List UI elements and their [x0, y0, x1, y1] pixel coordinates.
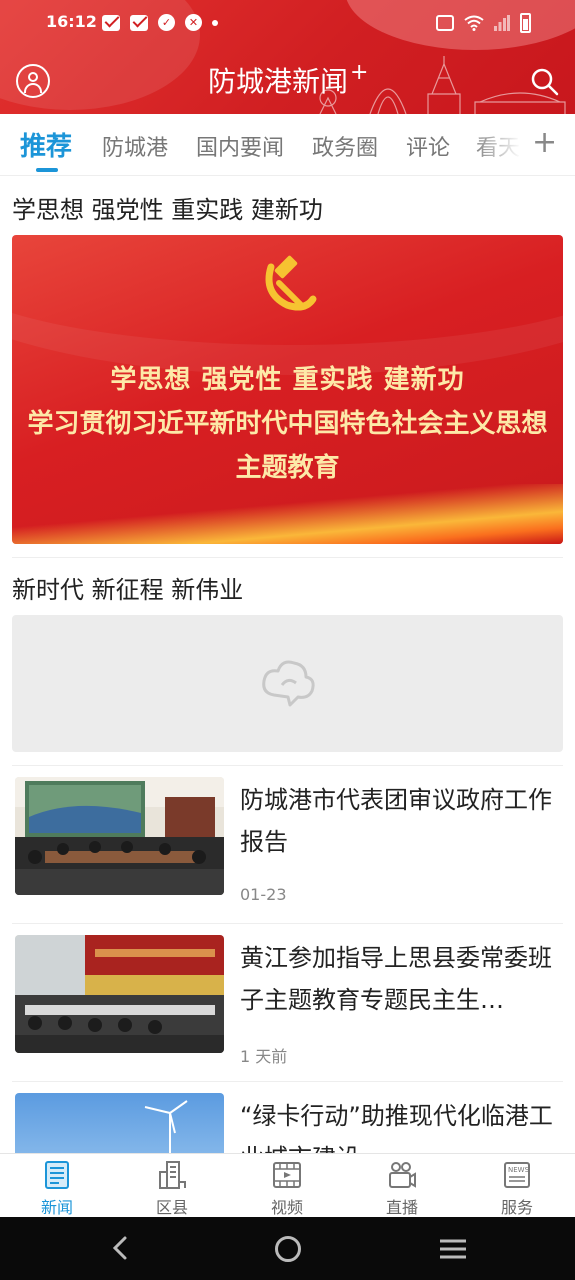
news-item[interactable]: 黄江参加指导上思县委常委班子主题教育专题民主生… 1 天前 [12, 935, 563, 1075]
divider [12, 557, 563, 558]
user-icon [28, 72, 38, 82]
signal-icon [494, 15, 510, 31]
divider [12, 923, 563, 924]
tab-fangchenggang[interactable]: 防城港 [102, 130, 168, 162]
user-icon-body [24, 83, 42, 93]
category-tabs: 推荐 防城港 国内要闻 政务圈 评论 看天 + [0, 114, 575, 176]
video-icon [273, 1162, 301, 1188]
nav-label: 区县 [155, 1198, 188, 1217]
shield-icon: ✕ [185, 14, 202, 31]
section-title[interactable]: 新时代 新征程 新伟业 [12, 570, 243, 605]
tab-domestic-news[interactable]: 国内要闻 [196, 130, 284, 162]
divider [12, 1081, 563, 1082]
banner-decor [12, 484, 563, 544]
tab-comments[interactable]: 评论 [406, 130, 450, 162]
live-icon [389, 1162, 416, 1188]
wifi-icon [464, 15, 484, 31]
status-time: 16:12 [46, 12, 97, 31]
divider [12, 765, 563, 766]
system-navigation-bar [0, 1217, 575, 1280]
nav-service[interactable]: NEWS 服务 [477, 1160, 557, 1218]
news-item[interactable]: “绿卡行动”助推现代化临港工业城市建设 [12, 1093, 563, 1153]
feature-banner[interactable]: 学思想 强党性 重实践 建新功 学习贯彻习近平新时代中国特色社会主义思想 主题教… [12, 235, 563, 544]
district-icon [159, 1161, 186, 1189]
section-title[interactable]: 学思想 强党性 重实践 建新功 [12, 190, 323, 225]
app-header: 16:12 ✓ ✕ 防城港新闻+ [0, 0, 575, 114]
news-date: 01-23 [240, 885, 287, 904]
banner-subtitle: 学习贯彻习近平新时代中国特色社会主义思想 [27, 409, 548, 439]
banner-headline: 学思想 强党性 重实践 建新功 [110, 365, 465, 395]
nav-news[interactable]: 新闻 [17, 1160, 97, 1218]
news-thumbnail [15, 935, 224, 1053]
news-thumbnail [15, 1093, 224, 1153]
check-badge-icon: ✓ [158, 14, 175, 31]
dot-icon [212, 19, 218, 26]
loading-cloud-icon [262, 660, 315, 707]
profile-button[interactable] [16, 64, 50, 98]
banner-subtitle: 主题教育 [235, 453, 340, 483]
hammer-sickle-icon [265, 255, 317, 311]
service-icon: NEWS [504, 1162, 530, 1188]
mail-icon [130, 14, 148, 31]
news-item[interactable]: 防城港市代表团审议政府工作报告 01-23 [12, 777, 563, 917]
nav-label: 新闻 [40, 1198, 73, 1217]
status-bar: 16:12 ✓ ✕ [0, 8, 575, 40]
vibrate-icon [436, 15, 454, 31]
nav-video[interactable]: 视频 [247, 1160, 327, 1218]
battery-icon [520, 13, 531, 33]
search-icon[interactable] [529, 66, 559, 96]
tab-government[interactable]: 政务圈 [312, 130, 378, 162]
nav-label: 直播 [385, 1198, 418, 1217]
add-tab-button[interactable]: + [532, 128, 557, 158]
nav-label: 服务 [500, 1198, 533, 1217]
news-title: 防城港市代表团审议政府工作报告 [240, 786, 552, 856]
home-icon[interactable] [275, 1236, 301, 1262]
svg-text:NEWS: NEWS [508, 1166, 530, 1174]
tab-recommend[interactable]: 推荐 [20, 126, 72, 163]
tab-active-indicator [36, 168, 58, 172]
back-icon[interactable] [108, 1235, 134, 1261]
news-title: 黄江参加指导上思县委常委班子主题教育专题民主生… [240, 944, 552, 1014]
tab-fade [470, 114, 530, 174]
news-thumbnail [15, 777, 224, 895]
news-icon [45, 1161, 69, 1189]
nav-district[interactable]: 区县 [132, 1160, 212, 1218]
mail-icon [102, 14, 120, 31]
nav-label: 视频 [270, 1198, 303, 1217]
news-title: “绿卡行动”助推现代化临港工业城市建设 [240, 1102, 553, 1153]
bottom-navigation: 新闻 区县 视频 直播 NEWS 服务 [0, 1153, 575, 1217]
menu-icon[interactable] [440, 1239, 466, 1259]
image-placeholder[interactable] [12, 615, 563, 752]
news-date: 1 天前 [240, 1047, 288, 1066]
nav-live[interactable]: 直播 [362, 1160, 442, 1218]
